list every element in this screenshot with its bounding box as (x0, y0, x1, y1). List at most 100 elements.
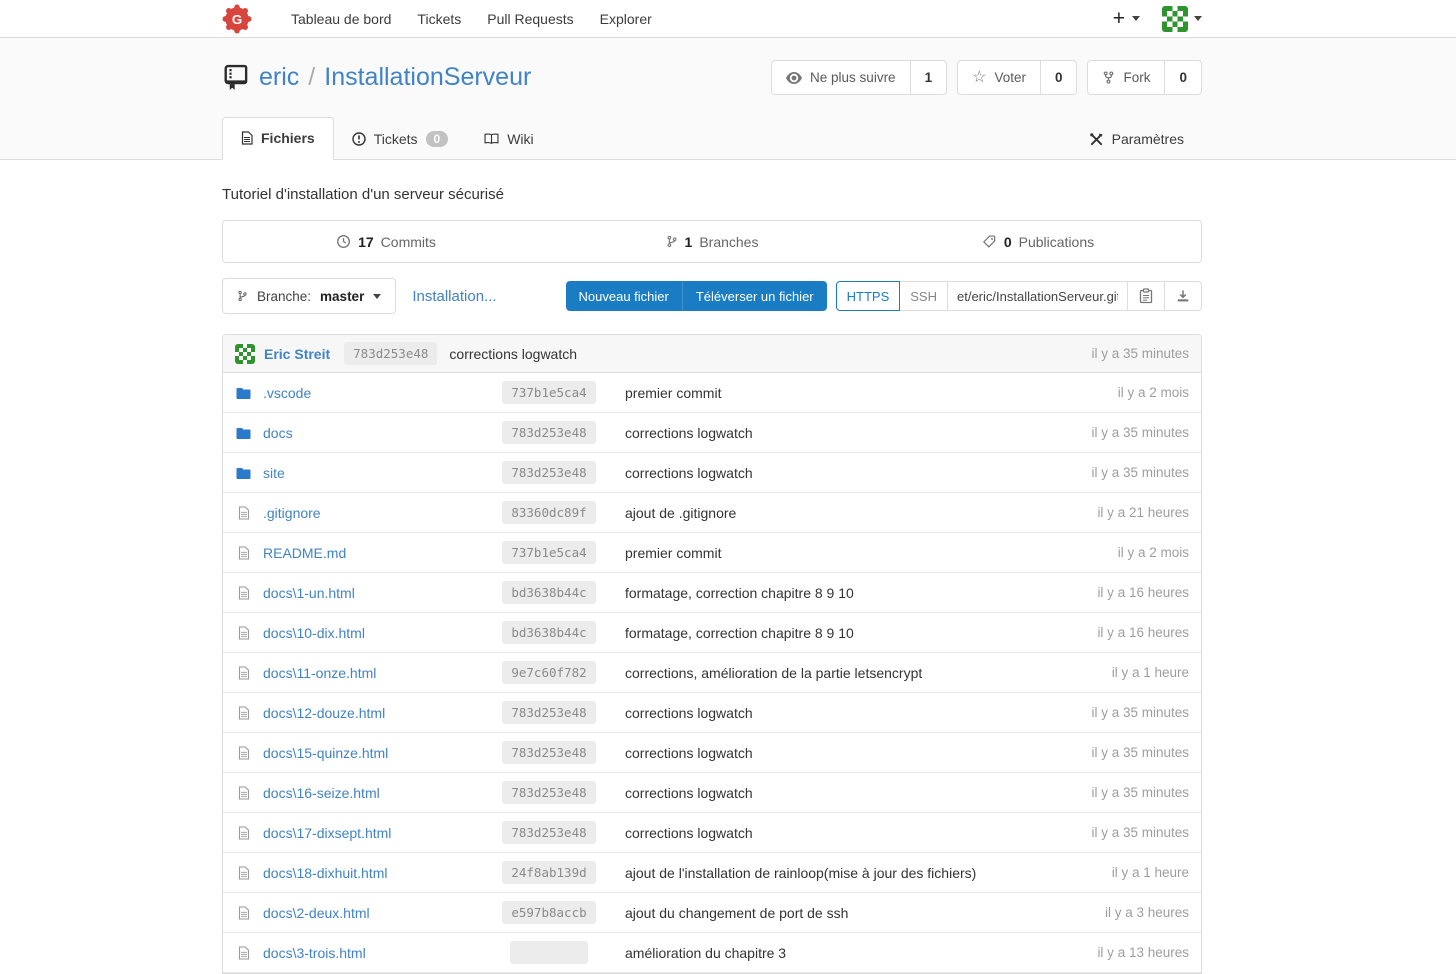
file-commit-message[interactable]: corrections, amélioration de la partie l… (613, 665, 1112, 681)
file-commit-message[interactable]: corrections logwatch (613, 825, 1091, 841)
gogs-logo-icon[interactable]: G (222, 4, 252, 34)
nav-dashboard[interactable]: Tableau de bord (278, 11, 404, 27)
file-sha-badge[interactable]: 24f8ab139d (502, 861, 595, 884)
repo-stats-bar: 17 Commits 1 Branches 0 Publications (222, 220, 1202, 263)
tab-files[interactable]: Fichiers (222, 117, 334, 160)
copy-url-button[interactable] (1128, 281, 1165, 311)
watchers-count[interactable]: 1 (910, 61, 947, 94)
branch-selector[interactable]: Branche: master (222, 278, 396, 314)
file-row: docs\17-dixsept.html 783d253e48 correcti… (223, 813, 1201, 853)
file-sha-badge[interactable]: 9e7c60f782 (502, 661, 595, 684)
new-file-button[interactable]: Nouveau fichier (566, 281, 682, 311)
file-commit-message[interactable]: corrections logwatch (613, 785, 1091, 801)
branches-count: 1 (685, 234, 693, 250)
tab-issues[interactable]: Tickets 0 (334, 119, 467, 160)
file-commit-message[interactable]: ajout de l'installation de rainloop(mise… (613, 865, 1112, 881)
file-sha-badge[interactable]: 737b1e5ca4 (502, 381, 595, 404)
file-name-link[interactable]: docs\17-dixsept.html (263, 825, 391, 841)
issues-count-badge: 0 (426, 131, 449, 147)
folder-icon (235, 466, 252, 480)
file-commit-message[interactable]: corrections logwatch (613, 745, 1091, 761)
file-name-link[interactable]: docs\15-quinze.html (263, 745, 388, 761)
file-row: .vscode 737b1e5ca4 premier commit il y a… (223, 373, 1201, 413)
star-button[interactable]: ☆ Voter (958, 61, 1040, 94)
file-name-link[interactable]: docs\16-seize.html (263, 785, 380, 801)
file-commit-message[interactable]: premier commit (613, 545, 1118, 561)
repo-name-link[interactable]: InstallationServeur (324, 63, 531, 92)
file-sha-badge[interactable]: 783d253e48 (502, 821, 595, 844)
file-sha-badge[interactable]: 783d253e48 (502, 461, 595, 484)
file-sha-badge[interactable]: 783d253e48 (502, 781, 595, 804)
ssh-protocol-button[interactable]: SSH (900, 281, 948, 311)
file-name-link[interactable]: site (263, 465, 285, 481)
commit-author-link[interactable]: Eric Streit (264, 346, 330, 362)
file-commit-message[interactable]: amélioration du chapitre 3 (613, 945, 1097, 961)
file-sha-badge[interactable]: bd3638b44c (502, 581, 595, 604)
file-sha-badge[interactable]: e597b8accb (502, 901, 595, 924)
watch-button-group: Ne plus suivre 1 (771, 60, 947, 95)
nav-issues[interactable]: Tickets (404, 11, 474, 27)
repo-owner-link[interactable]: eric (259, 63, 299, 92)
file-sha-badge[interactable] (510, 941, 588, 964)
file-name-link[interactable]: .vscode (263, 385, 311, 401)
tag-icon (982, 234, 997, 249)
commit-message[interactable]: corrections logwatch (449, 346, 577, 362)
issue-icon (352, 132, 366, 146)
fork-button[interactable]: Fork (1088, 61, 1164, 94)
file-name-link[interactable]: docs\10-dix.html (263, 625, 365, 641)
file-commit-message[interactable]: corrections logwatch (613, 465, 1091, 481)
file-sha-badge[interactable]: 783d253e48 (502, 741, 595, 764)
file-name-link[interactable]: docs\12-douze.html (263, 705, 385, 721)
commit-time: il y a 35 minutes (1091, 346, 1189, 361)
file-name-link[interactable]: README.md (263, 545, 346, 561)
tab-wiki[interactable]: Wiki (466, 119, 551, 160)
create-new-menu[interactable]: + (1113, 8, 1140, 29)
repo-path-link[interactable]: Installation... (412, 288, 496, 305)
file-name-link[interactable]: docs\18-dixhuit.html (263, 865, 388, 881)
file-sha-badge[interactable]: 783d253e48 (502, 421, 595, 444)
stars-count[interactable]: 0 (1040, 61, 1077, 94)
file-icon (235, 626, 252, 640)
file-commit-message[interactable]: corrections logwatch (613, 425, 1091, 441)
chevron-down-icon (373, 294, 381, 299)
commits-stat[interactable]: 17 Commits (223, 234, 549, 250)
releases-stat[interactable]: 0 Publications (875, 234, 1201, 250)
nav-pull-requests[interactable]: Pull Requests (474, 11, 586, 27)
commit-sha-badge[interactable]: 783d253e48 (344, 342, 437, 365)
file-name-link[interactable]: docs (263, 425, 293, 441)
file-icon (235, 946, 252, 960)
fork-icon (1102, 70, 1115, 85)
branches-stat[interactable]: 1 Branches (549, 234, 875, 250)
upload-file-button[interactable]: Téléverser un fichier (682, 281, 827, 311)
file-name-link[interactable]: docs\1-un.html (263, 585, 355, 601)
user-menu[interactable] (1162, 6, 1202, 32)
file-name-link[interactable]: .gitignore (263, 505, 321, 521)
nav-explore[interactable]: Explorer (587, 11, 665, 27)
file-commit-message[interactable]: ajout du changement de port de ssh (613, 905, 1105, 921)
clone-url-input[interactable] (948, 281, 1128, 311)
download-button[interactable] (1165, 281, 1202, 311)
file-commit-message[interactable]: formatage, correction chapitre 8 9 10 (613, 625, 1097, 641)
repo-header: eric / InstallationServeur Ne plus suivr… (0, 38, 1456, 160)
file-commit-time: il y a 35 minutes (1091, 785, 1189, 800)
file-commit-message[interactable]: premier commit (613, 385, 1118, 401)
file-commit-message[interactable]: corrections logwatch (613, 705, 1091, 721)
file-commit-time: il y a 1 heure (1112, 865, 1189, 880)
file-sha-badge[interactable]: bd3638b44c (502, 621, 595, 644)
https-protocol-button[interactable]: HTTPS (836, 281, 901, 311)
file-sha-badge[interactable]: 737b1e5ca4 (502, 541, 595, 564)
file-commit-time: il y a 1 heure (1112, 665, 1189, 680)
tab-settings[interactable]: Paramètres (1071, 119, 1202, 160)
file-commit-time: il y a 3 heures (1105, 905, 1189, 920)
file-name-link[interactable]: docs\2-deux.html (263, 905, 370, 921)
file-sha-badge[interactable]: 83360dc89f (502, 501, 595, 524)
file-name-link[interactable]: docs\3-trois.html (263, 945, 366, 961)
file-commit-message[interactable]: ajout de .gitignore (613, 505, 1097, 521)
file-icon (235, 706, 252, 720)
unwatch-button[interactable]: Ne plus suivre (772, 61, 910, 94)
forks-count[interactable]: 0 (1164, 61, 1201, 94)
file-commit-message[interactable]: formatage, correction chapitre 8 9 10 (613, 585, 1097, 601)
file-sha-badge[interactable]: 783d253e48 (502, 701, 595, 724)
commit-author-avatar[interactable] (235, 344, 255, 364)
file-name-link[interactable]: docs\11-onze.html (263, 665, 376, 681)
